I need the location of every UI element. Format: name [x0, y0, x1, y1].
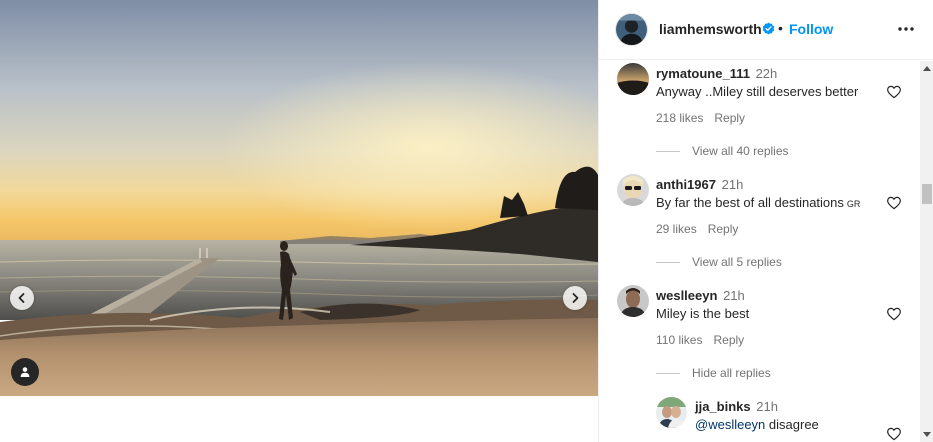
replies-divider-line — [656, 261, 680, 263]
more-options-icon — [898, 27, 914, 31]
view-replies-toggle[interactable]: View all 40 replies — [656, 144, 789, 158]
photo-bottom-spacer — [0, 396, 598, 442]
author-username[interactable]: liamhemsworth — [659, 21, 762, 37]
comment-username[interactable]: anthi1967 21h — [656, 177, 743, 192]
comment-username[interactable]: weslleeyn 21h — [656, 288, 745, 303]
sunset-beach-image — [0, 0, 598, 396]
reply-mention-link[interactable]: @weslleeyn — [695, 417, 765, 432]
view-replies-label[interactable]: View all 5 replies — [692, 255, 782, 269]
post-side-panel: liamhemsworth • Follow rymatoune_111 22h… — [598, 0, 933, 442]
commenter-avatar[interactable] — [617, 174, 649, 206]
reply-username-text[interactable]: jja_binks — [695, 399, 751, 414]
commenter-avatar[interactable] — [617, 63, 649, 95]
scroll-down-icon — [923, 432, 931, 437]
comment-time: 21h — [723, 288, 745, 303]
reply-avatar-image — [656, 397, 687, 428]
like-comment-button[interactable] — [886, 306, 902, 322]
comment-time: 22h — [755, 66, 778, 81]
reply-avatar[interactable] — [656, 397, 687, 428]
reply-button[interactable]: Reply — [714, 111, 745, 125]
author-avatar[interactable] — [615, 13, 648, 46]
reply-button[interactable]: Reply — [708, 222, 739, 236]
commenter-avatar-image — [617, 285, 649, 317]
hide-replies-toggle[interactable]: Hide all replies — [656, 366, 771, 380]
commenter-avatar[interactable] — [617, 285, 649, 317]
comment-time: 21h — [721, 177, 744, 192]
comment-meta: 110 likes Reply — [656, 333, 744, 347]
author-avatar-image — [616, 14, 647, 45]
comments-scrollbar[interactable] — [920, 61, 933, 442]
view-replies-label[interactable]: View all 40 replies — [692, 144, 789, 158]
follow-button[interactable]: Follow — [789, 21, 833, 37]
comment-text-body: By far the best of all destinations — [656, 195, 844, 210]
comment-meta: 29 likes Reply — [656, 222, 738, 236]
like-reply-button[interactable] — [886, 426, 902, 442]
scrollbar-thumb[interactable] — [922, 184, 932, 204]
more-options-button[interactable] — [895, 20, 917, 38]
scroll-up-icon — [923, 66, 931, 71]
country-flag-text: GR — [846, 199, 861, 209]
comments-list[interactable]: rymatoune_111 22h Anyway ..Miley still d… — [599, 61, 920, 442]
post-header: liamhemsworth • Follow — [599, 0, 933, 60]
heart-icon — [887, 196, 901, 210]
heart-icon — [887, 85, 901, 99]
comment-text: By far the best of all destinations GR — [656, 195, 860, 210]
reply-username[interactable]: jja_binks 21h — [695, 399, 778, 414]
reply-text: @weslleeyn disagree — [695, 417, 819, 432]
previous-photo-button[interactable] — [10, 286, 34, 310]
reply-text-body: disagree — [768, 417, 819, 432]
heart-icon — [887, 427, 901, 441]
user-tag-icon — [20, 367, 30, 377]
comment-username[interactable]: rymatoune_111 22h — [656, 66, 777, 81]
comment-text: Anyway ..Miley still deserves better — [656, 84, 859, 99]
chevron-left-icon — [18, 293, 25, 303]
comment-username-text[interactable]: anthi1967 — [656, 177, 716, 192]
scroll-down-arrow[interactable] — [920, 428, 933, 442]
post-photo[interactable] — [0, 0, 598, 396]
comment-likes[interactable]: 110 likes — [656, 333, 702, 347]
comment-likes[interactable]: 218 likes — [656, 111, 703, 125]
comment-username-text[interactable]: rymatoune_111 — [656, 66, 750, 81]
like-comment-button[interactable] — [886, 84, 902, 100]
commenter-avatar-image — [617, 174, 649, 206]
view-replies-toggle[interactable]: View all 5 replies — [656, 255, 782, 269]
comment-text: Miley is the best — [656, 306, 750, 321]
replies-divider-line — [656, 372, 680, 374]
reply-time: 21h — [756, 399, 778, 414]
commenter-avatar-image — [617, 63, 649, 95]
chevron-right-icon — [572, 293, 579, 303]
scroll-up-arrow[interactable] — [920, 61, 933, 75]
next-photo-button[interactable] — [563, 286, 587, 310]
header-separator: • — [778, 20, 783, 36]
like-comment-button[interactable] — [886, 195, 902, 211]
hide-replies-label[interactable]: Hide all replies — [692, 366, 771, 380]
comment-username-text[interactable]: weslleeyn — [656, 288, 717, 303]
reply-button[interactable]: Reply — [713, 333, 744, 347]
comment-likes[interactable]: 29 likes — [656, 222, 697, 236]
tagged-users-button[interactable] — [11, 358, 39, 386]
comment-meta: 218 likes Reply — [656, 111, 745, 125]
replies-divider-line — [656, 150, 680, 152]
verified-badge-icon — [762, 22, 775, 35]
heart-icon — [887, 307, 901, 321]
